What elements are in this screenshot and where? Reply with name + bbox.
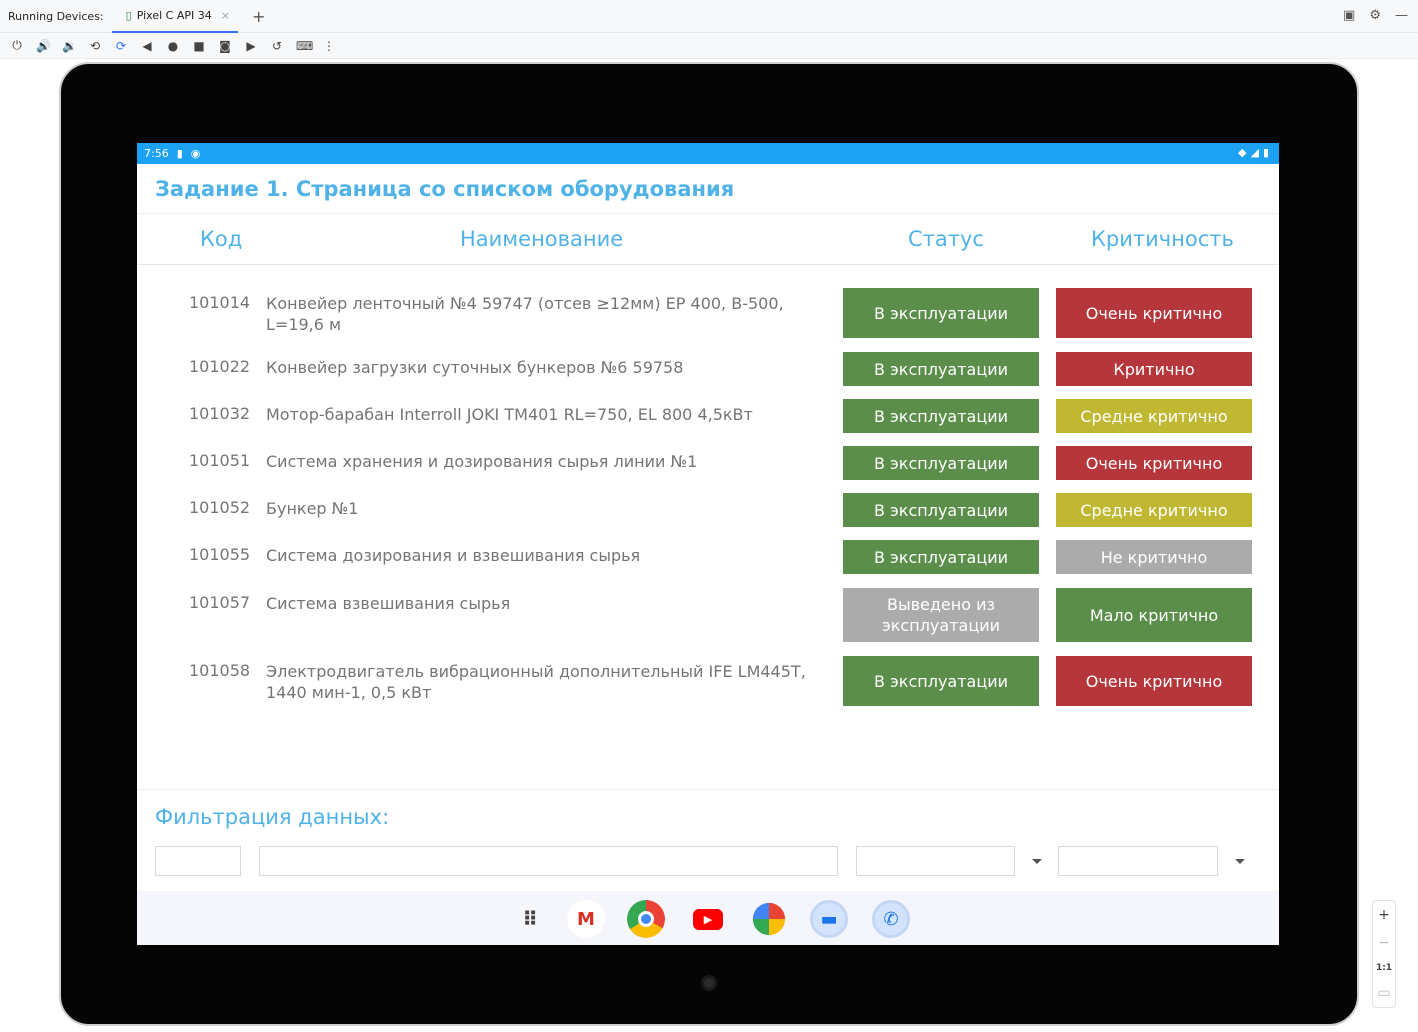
criticality-badge[interactable]: Очень критично — [1056, 656, 1252, 706]
signal-icon: ◢ — [1250, 146, 1259, 159]
device-toolbar: ⏻ 🔊 🔉 ⟲ ⟳ ◀ ● ■ ◙ ▶ ↺ ⌨ ⋮ — [0, 33, 1418, 58]
more-icon[interactable]: ⋮ — [322, 39, 336, 53]
item-name: Мотор-барабан Interroll JOKI TM401 RL=75… — [266, 405, 753, 424]
criticality-badge[interactable]: Не критично — [1056, 540, 1252, 574]
add-tab-button[interactable]: + — [252, 7, 265, 26]
front-camera — [701, 975, 717, 991]
zoom-controls: + − 1:1 ▭ — [1372, 900, 1396, 1008]
status-badge[interactable]: В эксплуатации — [843, 288, 1039, 338]
divider — [137, 789, 1279, 790]
criticality-badge[interactable]: Критично — [1056, 352, 1252, 386]
close-tab-icon[interactable]: × — [221, 9, 230, 22]
ide-tab-bar: Running Devices: ▯ Pixel C API 34 × + ▣ … — [0, 0, 1418, 33]
layout-icon[interactable]: ▣ — [1343, 8, 1355, 23]
item-code: 101032 — [189, 404, 251, 423]
photos-icon[interactable] — [752, 902, 786, 936]
phone-icon[interactable]: ✆ — [872, 900, 910, 938]
device-screen: 7:56 ▮ ◉ ◆ ◢ ▮ Задание 1. Страница со сп… — [137, 143, 1279, 945]
battery-icon: ▮ — [1262, 146, 1269, 159]
header-code: Код — [200, 227, 243, 251]
filter-name-input[interactable] — [259, 846, 838, 876]
filter-criticality-select[interactable] — [1058, 846, 1218, 876]
home-icon[interactable]: ● — [166, 39, 180, 53]
sync-icon: ◉ — [190, 147, 201, 160]
status-badge[interactable]: В эксплуатации — [843, 446, 1039, 480]
item-name: Бункер №1 — [266, 499, 359, 518]
page-title: Задание 1. Страница со списком оборудова… — [137, 164, 1279, 214]
actual-size-button[interactable]: 1:1 — [1376, 963, 1392, 973]
zoom-out-button[interactable]: − — [1378, 935, 1390, 951]
zoom-in-button[interactable]: + — [1378, 907, 1390, 923]
camera-icon[interactable]: ◙ — [218, 39, 232, 53]
rotate-left-icon[interactable]: ⟲ — [88, 39, 102, 53]
sd-card-icon: ▮ — [176, 147, 183, 160]
running-devices-label: Running Devices: — [8, 9, 104, 23]
item-code: 101055 — [189, 545, 251, 564]
table-header: Код Наименование Статус Критичность — [137, 214, 1279, 265]
status-badge[interactable]: В эксплуатации — [843, 352, 1039, 386]
item-name: Система взвешивания сырья — [266, 594, 511, 613]
android-status-bar: 7:56 ▮ ◉ ◆ ◢ ▮ — [137, 143, 1279, 164]
item-name: Электродвигатель вибрационный дополнител… — [266, 662, 806, 702]
header-status: Статус — [908, 227, 984, 251]
fit-screen-icon[interactable]: ▭ — [1377, 985, 1390, 1001]
status-badge[interactable]: Выведено из эксплуатации — [843, 588, 1039, 642]
record-icon[interactable]: ▶ — [244, 39, 258, 53]
device-tab-label: Pixel C API 34 — [136, 8, 212, 22]
chrome-icon[interactable] — [627, 900, 665, 938]
item-code: 101051 — [189, 451, 251, 470]
overview-icon[interactable]: ■ — [192, 39, 206, 53]
filter-status-select[interactable] — [856, 846, 1015, 876]
rotate-right-icon[interactable]: ⟳ — [114, 39, 128, 53]
item-name: Система хранения и дозирования сырья лин… — [266, 452, 698, 471]
criticality-badge[interactable]: Средне критично — [1056, 493, 1252, 527]
volume-up-icon[interactable]: 🔊 — [36, 39, 51, 53]
status-badge[interactable]: В эксплуатации — [843, 493, 1039, 527]
criticality-dropdown-arrow-icon[interactable] — [1235, 859, 1245, 864]
apps-grid-icon[interactable]: ⠿ — [511, 900, 549, 938]
criticality-badge[interactable]: Очень критично — [1056, 446, 1252, 480]
item-code: 101014 — [189, 293, 251, 312]
messages-icon[interactable]: ▬ — [810, 900, 848, 938]
criticality-badge[interactable]: Средне критично — [1056, 399, 1252, 433]
clock: 7:56 — [144, 147, 169, 160]
item-name: Конвейер загрузки суточных бункеров №6 5… — [266, 358, 684, 377]
item-code: 101057 — [189, 593, 251, 612]
gear-icon[interactable]: ⚙ — [1369, 8, 1381, 23]
youtube-icon[interactable]: ▶ — [689, 900, 727, 938]
item-name: Система дозирования и взвешивания сырья — [266, 546, 641, 565]
item-name: Конвейер ленточный №4 59747 (отсев ≥12мм… — [266, 294, 784, 334]
back-icon[interactable]: ◀ — [140, 39, 154, 53]
gmail-icon[interactable]: M — [567, 900, 605, 938]
status-badge[interactable]: В эксплуатации — [843, 540, 1039, 574]
header-name: Наименование — [460, 227, 624, 251]
device-icon: ▯ — [125, 8, 132, 22]
status-badge[interactable]: В эксплуатации — [843, 656, 1039, 706]
criticality-badge[interactable]: Мало критично — [1056, 588, 1252, 642]
snapshot-icon[interactable]: ↺ — [270, 39, 284, 53]
item-code: 101052 — [189, 498, 251, 517]
item-code: 101022 — [189, 357, 251, 376]
status-dropdown-arrow-icon[interactable] — [1032, 859, 1042, 864]
minimize-icon[interactable]: — — [1395, 8, 1408, 23]
item-code: 101058 — [189, 661, 251, 680]
device-tab[interactable]: ▯ Pixel C API 34 × — [111, 0, 238, 33]
app-dock: ⠿ M ▶ ▬ ✆ — [137, 891, 1279, 945]
criticality-badge[interactable]: Очень критично — [1056, 288, 1252, 338]
power-icon[interactable]: ⏻ — [10, 38, 24, 53]
keyboard-icon[interactable]: ⌨ — [296, 39, 313, 53]
filter-code-input[interactable] — [155, 846, 241, 876]
volume-down-icon[interactable]: 🔉 — [62, 39, 77, 53]
status-badge[interactable]: В эксплуатации — [843, 399, 1039, 433]
wifi-icon: ◆ — [1238, 146, 1247, 159]
header-criticality: Критичность — [1091, 227, 1234, 251]
filter-title: Фильтрация данных: — [155, 805, 390, 829]
